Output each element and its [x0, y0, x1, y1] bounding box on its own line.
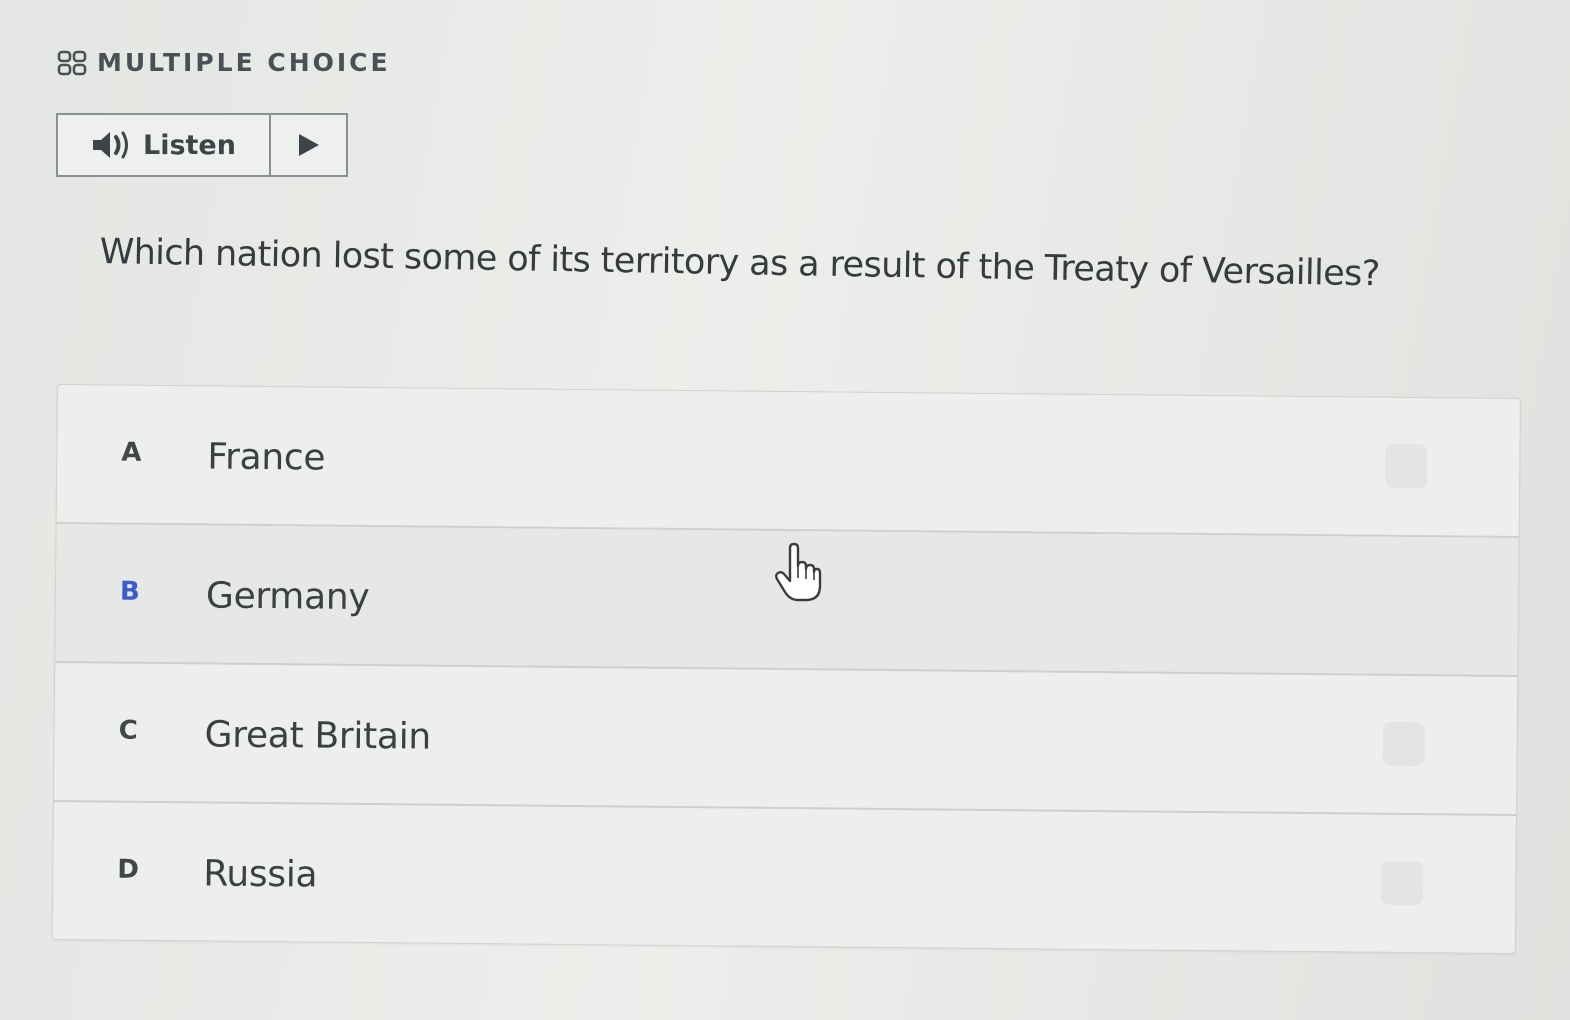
answer-list: A France B Germany C Great Britain D Rus… — [51, 384, 1521, 955]
listen-label: Listen — [143, 129, 236, 161]
hand-cursor-icon — [775, 542, 822, 602]
answer-option-c[interactable]: C Great Britain — [53, 662, 1518, 817]
option-letter: A — [121, 437, 142, 468]
option-checkbox[interactable] — [1381, 860, 1424, 906]
speaker-icon — [93, 131, 128, 159]
grid-icon — [57, 50, 87, 75]
question-text: Which nation lost some of its territory … — [99, 232, 1381, 295]
section-header: MULTIPLE CHOICE — [57, 48, 391, 77]
option-checkbox[interactable] — [1382, 721, 1425, 767]
play-button[interactable] — [271, 115, 346, 175]
option-checkbox[interactable] — [1385, 443, 1428, 489]
option-text: Germany — [205, 575, 370, 619]
option-text: Russia — [203, 853, 318, 896]
option-letter: C — [118, 715, 138, 746]
listen-button[interactable]: Listen — [58, 115, 271, 175]
play-icon — [298, 134, 319, 156]
option-letter: D — [117, 854, 140, 885]
section-title: MULTIPLE CHOICE — [97, 48, 391, 77]
option-text: France — [207, 436, 326, 479]
option-letter: B — [119, 576, 140, 607]
answer-option-a[interactable]: A France — [56, 385, 1520, 539]
answer-option-d[interactable]: D Russia — [53, 802, 1516, 953]
option-text: Great Britain — [204, 714, 432, 758]
listen-control: Listen — [56, 113, 348, 177]
